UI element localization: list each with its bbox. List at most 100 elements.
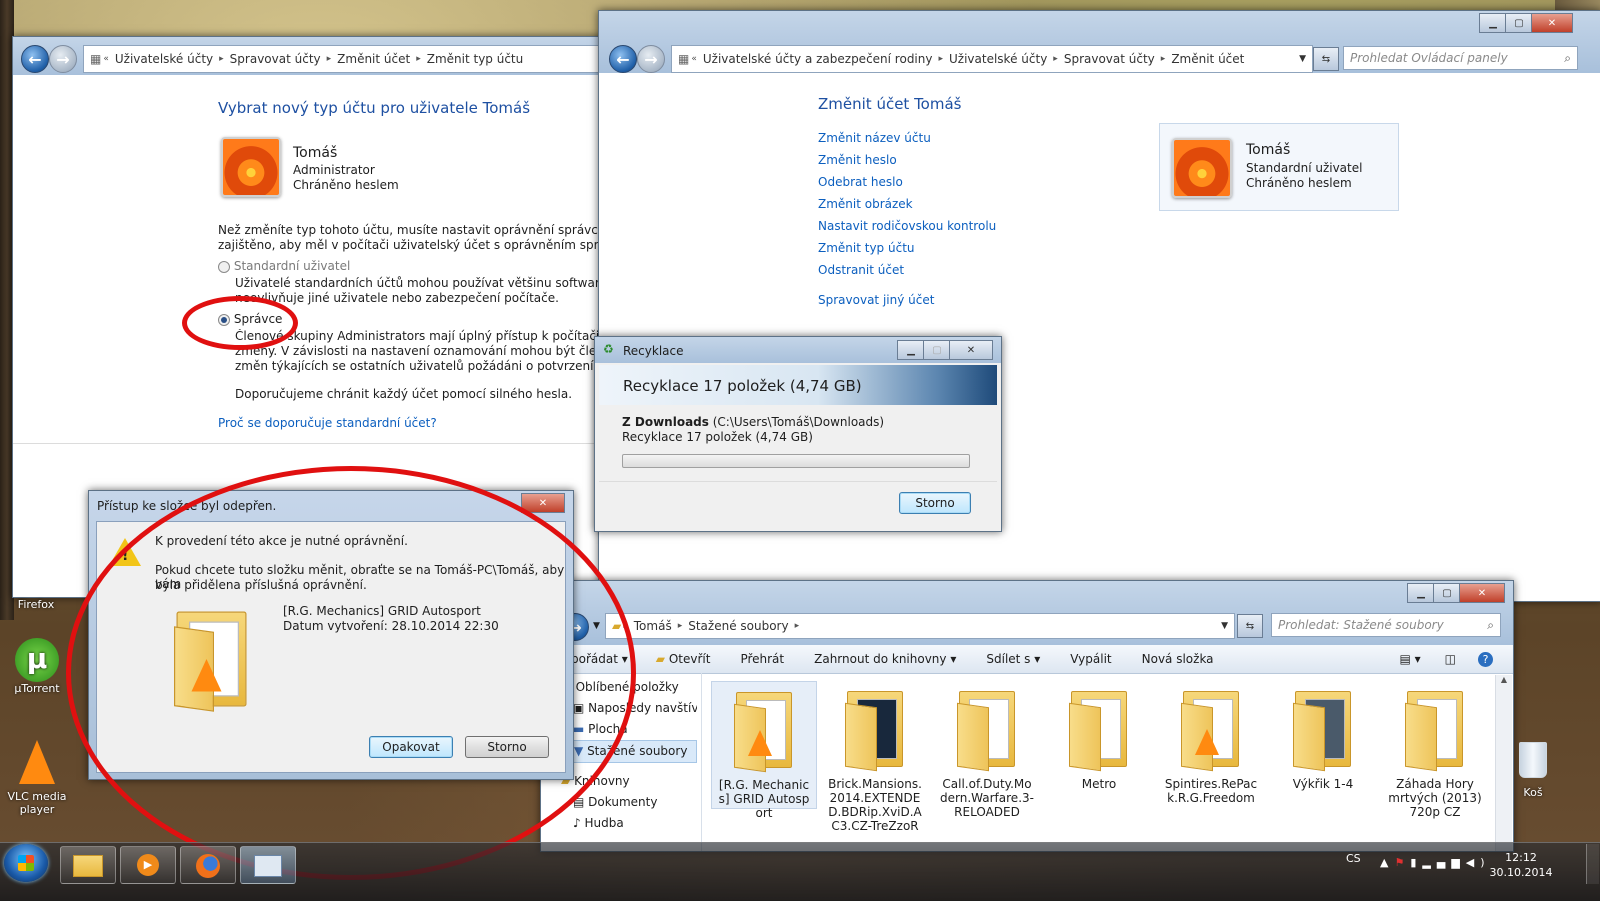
forward-button[interactable]: → xyxy=(49,45,77,73)
link-parental-control[interactable]: Nastavit rodičovskou kontrolu xyxy=(818,215,996,237)
nav-desktop[interactable]: ▬ Plocha xyxy=(561,719,697,740)
nav-music[interactable]: ♪ Hudba xyxy=(561,813,697,834)
maximize-button[interactable]: ▢ xyxy=(1505,13,1533,33)
back-button[interactable]: ← xyxy=(609,45,637,73)
radio-button[interactable] xyxy=(218,260,230,273)
play-button[interactable]: Přehrát xyxy=(740,652,784,666)
chevron-down-icon[interactable]: ▼ xyxy=(1221,621,1228,631)
clock[interactable]: 12:12 30.10.2014 xyxy=(1486,850,1556,880)
breadcrumb-item[interactable]: Spravovat účty xyxy=(230,52,321,66)
radio-standard[interactable]: Standardní uživatel xyxy=(218,259,350,273)
radio-admin[interactable]: Správce xyxy=(218,312,282,326)
cancel-button[interactable]: Storno xyxy=(465,736,549,758)
file-item[interactable]: Spintires.RePack.R.G.Freedom xyxy=(1159,681,1263,811)
breadcrumb-item[interactable]: Změnit typ účtu xyxy=(427,52,524,66)
taskbar-explorer[interactable] xyxy=(60,846,116,884)
network-icon[interactable]: ▂▄▆ xyxy=(1422,856,1465,869)
breadcrumb-item[interactable]: Stažené soubory xyxy=(688,619,788,633)
user-name: Tomáš xyxy=(293,145,338,161)
taskbar-media-player[interactable]: ▶ xyxy=(120,846,176,884)
user-role: Administrator xyxy=(293,163,375,177)
new-folder-button[interactable]: Nová složka xyxy=(1142,652,1214,666)
start-button[interactable] xyxy=(4,844,48,882)
link-change-picture[interactable]: Změnit obrázek xyxy=(818,193,996,215)
close-button[interactable]: ✕ xyxy=(521,493,565,513)
address-bar[interactable]: ▦ « Uživatelské účty ▸ Spravovat účty ▸ Zm… xyxy=(83,45,615,73)
chevron-down-icon[interactable]: ▼ xyxy=(1299,54,1306,64)
link-change-type[interactable]: Změnit typ účtu xyxy=(818,237,996,259)
flag-icon[interactable]: ⚑ xyxy=(1394,856,1410,869)
breadcrumb-item[interactable]: Tomáš xyxy=(634,619,672,633)
breadcrumb-item[interactable]: Změnit účet xyxy=(337,52,410,66)
nav-recent[interactable]: ▣ Naposledy navštíver xyxy=(561,698,697,719)
desktop-icon-firefox[interactable]: Firefox xyxy=(6,598,66,611)
refresh-button[interactable]: ⇆ xyxy=(1237,614,1263,638)
forward-button[interactable]: → xyxy=(637,45,665,73)
view-options-icon[interactable]: ▤ ▾ xyxy=(1399,652,1420,666)
media-player-icon: ▶ xyxy=(137,854,159,876)
desktop-icon-vlc[interactable]: VLC media player xyxy=(6,740,68,816)
link-rename[interactable]: Změnit název účtu xyxy=(818,127,996,149)
vlc-icon xyxy=(19,740,55,784)
battery-icon[interactable]: ▮ xyxy=(1410,856,1422,869)
chevron-down-icon[interactable]: ▼ xyxy=(593,621,600,631)
desktop-icon-utorrent[interactable]: µ µTorrent xyxy=(6,638,68,695)
open-button[interactable]: ▰ Otevřít xyxy=(656,652,711,666)
language-indicator[interactable]: CS xyxy=(1346,852,1361,865)
file-item[interactable]: Metro xyxy=(1047,681,1151,801)
file-item[interactable]: Výkřik 1-4 xyxy=(1271,681,1375,801)
link-delete-account[interactable]: Odstranit účet xyxy=(818,259,996,281)
breadcrumb-item[interactable]: Uživatelské účty xyxy=(115,52,213,66)
recycle-header: Recyklace 17 položek (4,74 GB) xyxy=(599,365,997,405)
minimize-button[interactable]: ▁ xyxy=(1479,13,1507,33)
address-bar[interactable]: ▰ ▸ Tomáš ▸ Stažené soubory ▸ ▼ xyxy=(605,613,1235,639)
close-button[interactable]: ✕ xyxy=(1531,13,1573,33)
nav-libraries[interactable]: ▰ Knihovny xyxy=(561,771,697,792)
desktop-icon-recycle-bin[interactable]: Koš xyxy=(1510,742,1556,799)
file-item[interactable]: [R.G. Mechanics] GRID Autosport xyxy=(711,681,817,820)
admin-description: Členové skupiny Administrators mají úpln… xyxy=(235,329,613,373)
account-card: Tomáš Standardní uživatel Chráněno hesle… xyxy=(1159,123,1399,211)
maximize-button[interactable]: ▢ xyxy=(923,340,951,360)
include-library-menu[interactable]: Zahrnout do knihovny ▾ xyxy=(814,652,956,666)
share-menu[interactable]: Sdílet s ▾ xyxy=(986,652,1040,666)
breadcrumb-item[interactable]: Změnit účet xyxy=(1171,52,1244,66)
organize-menu[interactable]: pořádat ▾ xyxy=(571,652,628,666)
refresh-button[interactable]: ⇆ xyxy=(1313,47,1339,71)
file-item[interactable]: Call.of.Duty.Modern.Warfare.3-RELOADED xyxy=(935,681,1039,821)
nav-documents[interactable]: ▤ Dokumenty xyxy=(561,792,697,813)
nav-downloads[interactable]: ▼ Stažené soubory xyxy=(561,740,697,763)
file-item[interactable]: Záhada Hory mrtvých (2013) 720p CZ xyxy=(1383,681,1487,831)
maximize-button[interactable]: ▢ xyxy=(1433,583,1461,603)
search-icon: ⌕ xyxy=(1487,617,1494,632)
preview-pane-icon[interactable]: ◫ xyxy=(1445,652,1456,666)
burn-button[interactable]: Vypálit xyxy=(1070,652,1111,666)
taskbar-control-panel[interactable] xyxy=(240,846,296,884)
link-remove-password[interactable]: Odebrat heslo xyxy=(818,171,996,193)
link-manage-other[interactable]: Spravovat jiný účet xyxy=(818,289,996,311)
close-button[interactable]: ✕ xyxy=(1459,583,1505,603)
link-change-password[interactable]: Změnit heslo xyxy=(818,149,996,171)
search-input[interactable]: Prohledat: Stažené soubory ⌕ xyxy=(1271,613,1501,637)
explorer-window: ▁ ▢ ✕ → ▼ ▰ ▸ Tomáš ▸ Stažené soubory ▸ ▼ … xyxy=(540,580,1514,852)
cancel-button[interactable]: Storno xyxy=(899,492,971,514)
back-button[interactable]: ← xyxy=(21,45,49,73)
address-bar[interactable]: ▦ « Uživatelské účty a zabezpečení rodin… xyxy=(671,45,1313,73)
show-hidden-icon[interactable]: ▲ xyxy=(1380,856,1394,869)
retry-button[interactable]: Opakovat xyxy=(369,736,453,758)
why-standard-link[interactable]: Proč se doporučuje standardní účet? xyxy=(218,416,437,430)
search-input[interactable]: Prohledat Ovládací panely ⌕ xyxy=(1343,46,1578,70)
nav-favorites[interactable]: ★ Oblíbené položky xyxy=(561,677,697,698)
show-desktop-button[interactable] xyxy=(1586,844,1599,884)
folder-icon: ▰ xyxy=(612,619,622,633)
file-item[interactable]: Brick.Mansions.2014.EXTENDED.BDRip.XviD.… xyxy=(823,681,927,841)
breadcrumb-item[interactable]: Spravovat účty xyxy=(1064,52,1155,66)
radio-button-selected[interactable] xyxy=(218,313,230,326)
close-button[interactable]: ✕ xyxy=(949,340,993,360)
minimize-button[interactable]: ▁ xyxy=(1407,583,1435,603)
taskbar-firefox[interactable] xyxy=(180,846,236,884)
help-icon[interactable]: ? xyxy=(1478,651,1493,667)
breadcrumb-item[interactable]: Uživatelské účty xyxy=(949,52,1047,66)
breadcrumb-item[interactable]: Uživatelské účty a zabezpečení rodiny xyxy=(703,52,933,66)
minimize-button[interactable]: ▁ xyxy=(897,340,925,360)
